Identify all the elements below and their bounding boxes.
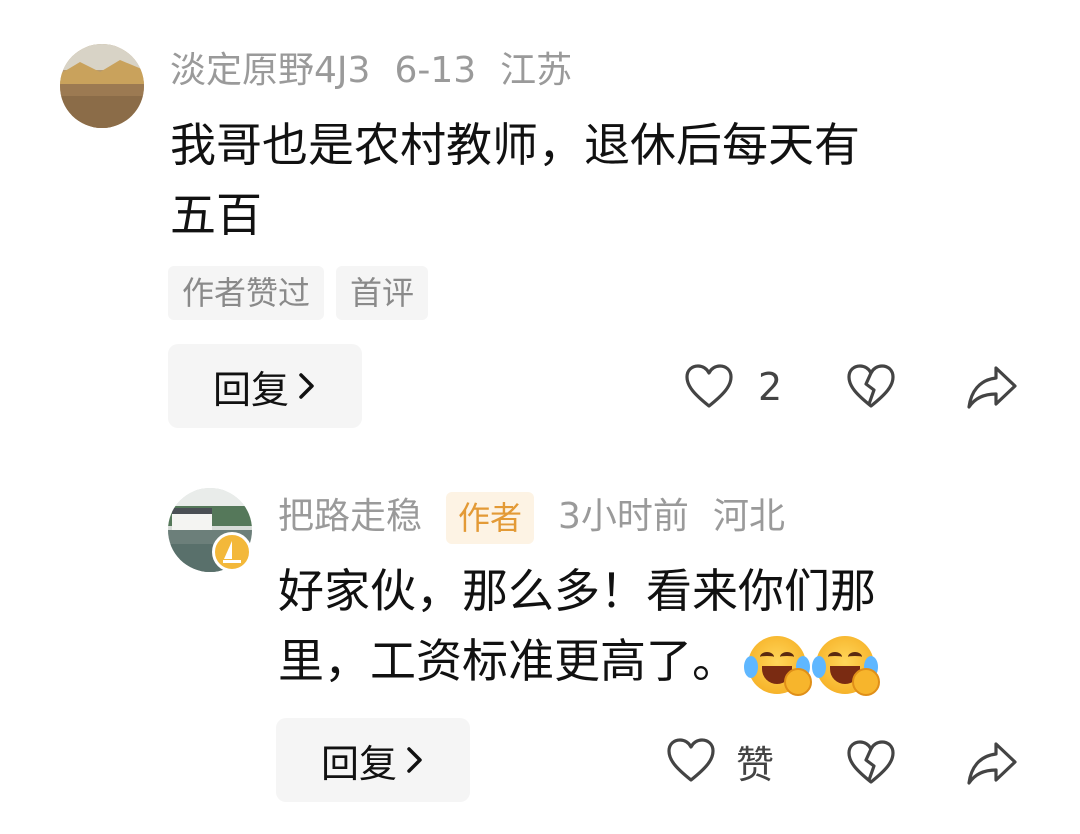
share-action[interactable] <box>966 362 1018 412</box>
laugh-cry-emoji <box>812 635 880 696</box>
comment-text-line: 我哥也是农村教师，退休后每天有 <box>170 118 860 172</box>
tag-first-comment: 首评 <box>336 266 429 320</box>
tag-author-liked: 作者赞过 <box>168 266 325 320</box>
comment-text: 我哥也是农村教师，退休后每天有 五百 <box>170 110 860 250</box>
username[interactable]: 淡定原野4J3 <box>170 50 370 91</box>
chevron-right-icon <box>407 747 422 773</box>
comment-time: 3小时前 <box>558 496 689 537</box>
reply-label: 回复 <box>212 367 289 412</box>
heart-icon <box>685 364 733 408</box>
like-action[interactable]: 赞 <box>666 734 774 788</box>
dislike-action[interactable] <box>846 736 896 790</box>
share-arrow-icon <box>967 742 1017 785</box>
avatar-landscape-image <box>60 44 144 128</box>
comment-location: 河北 <box>712 496 785 537</box>
username[interactable]: 把路走稳 <box>278 496 422 537</box>
comment-meta: 把路走稳 作者 3小时前 河北 <box>278 490 809 544</box>
heart-icon <box>667 738 715 782</box>
comment-meta: 淡定原野4J3 6-13 江苏 <box>170 46 596 96</box>
share-action[interactable] <box>966 738 1018 788</box>
comment-text: 好家伙，那么多！看来你们那 里，工资标准更高了。 <box>278 556 880 696</box>
comment-text-line: 五百 <box>170 188 262 242</box>
comment-text-segment: 里，工资标准更高了。 <box>278 634 738 688</box>
like-label: 赞 <box>736 742 775 787</box>
share-arrow-icon <box>967 366 1017 409</box>
reply-label: 回复 <box>320 741 397 786</box>
reply-button[interactable]: 回复 <box>168 344 362 428</box>
comment-date: 6-13 <box>394 50 477 91</box>
comment-tags: 作者赞过 首评 <box>168 266 440 320</box>
like-count: 2 <box>758 365 783 409</box>
reply-button[interactable]: 回复 <box>276 718 470 802</box>
avatar[interactable] <box>60 44 144 128</box>
comment-location: 江苏 <box>500 50 573 91</box>
broken-heart-icon <box>847 740 895 784</box>
dislike-action[interactable] <box>846 360 896 414</box>
chevron-right-icon <box>299 373 314 399</box>
verified-badge-icon <box>212 532 252 572</box>
laugh-cry-emoji <box>744 635 812 696</box>
like-action[interactable]: 2 <box>684 360 782 414</box>
broken-heart-icon <box>847 364 895 408</box>
comment-text-line: 里，工资标准更高了。 <box>278 626 880 696</box>
comment-text-line: 好家伙，那么多！看来你们那 <box>278 564 876 618</box>
author-badge: 作者 <box>446 492 535 544</box>
